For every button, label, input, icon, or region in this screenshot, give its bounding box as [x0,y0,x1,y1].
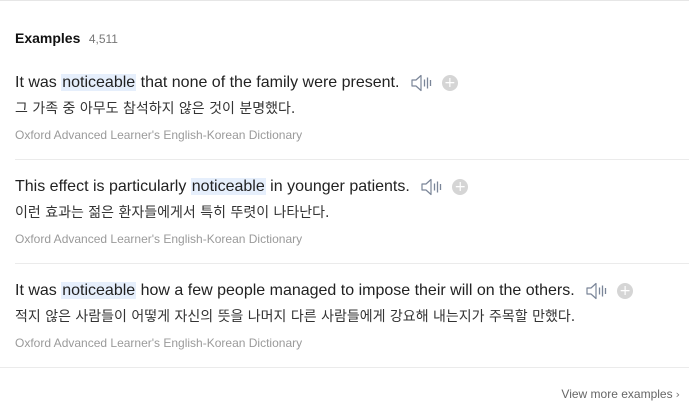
highlighted-term: noticeable [61,282,137,300]
examples-header: Examples 4,511 [15,30,118,48]
example-translation: 적지 않은 사람들이 어떻게 자신의 뜻을 나머지 다른 사람들에게 강요해 내… [15,309,576,325]
example-source: Oxford Advanced Learner's English-Korean… [15,232,303,246]
sentence-text: in younger patients. [265,178,410,196]
plus-icon[interactable]: + [441,74,458,91]
example-item: It was noticeable that none of the famil… [0,56,689,160]
example-item: It was noticeable how a few people manag… [0,264,689,368]
plus-icon[interactable]: + [617,282,634,299]
speaker-icon[interactable] [585,281,609,301]
example-source: Oxford Advanced Learner's English-Korean… [15,336,303,350]
speaker-icon[interactable] [420,177,444,197]
examples-title: Examples [15,30,81,46]
sentence-text: that none of the family were present. [136,74,400,92]
example-sentence: It was noticeable that none of the famil… [15,72,458,94]
sentence-text: It was [15,74,62,92]
view-more-examples-link[interactable]: View more examples › [561,386,680,403]
example-actions: + [585,280,634,302]
highlighted-term: noticeable [190,178,266,196]
example-actions: + [410,72,458,94]
example-divider [0,367,689,368]
view-more-label: View more examples [561,387,673,401]
examples-section: Examples 4,511 It was noticeable that no… [0,0,689,409]
example-actions: + [420,176,469,198]
plus-icon[interactable]: + [452,178,469,195]
example-source: Oxford Advanced Learner's English-Korean… [15,128,303,142]
chevron-right-icon: › [675,388,680,401]
example-sentence: It was noticeable how a few people manag… [15,280,634,302]
example-sentence: This effect is particularly noticeable i… [15,176,469,198]
highlighted-term: noticeable [61,74,137,92]
sentence-text: This effect is particularly [15,178,191,196]
example-translation: 그 가족 중 아무도 참석하지 않은 것이 분명했다. [15,101,296,117]
sentence-text: how a few people managed to impose their… [136,282,575,300]
examples-count: 4,511 [88,32,118,46]
example-item: This effect is particularly noticeable i… [0,160,689,264]
sentence-text: It was [15,282,62,300]
speaker-icon[interactable] [410,73,434,93]
example-translation: 이런 효과는 젊은 환자들에게서 특히 뚜렷이 나타난다. [15,205,330,221]
